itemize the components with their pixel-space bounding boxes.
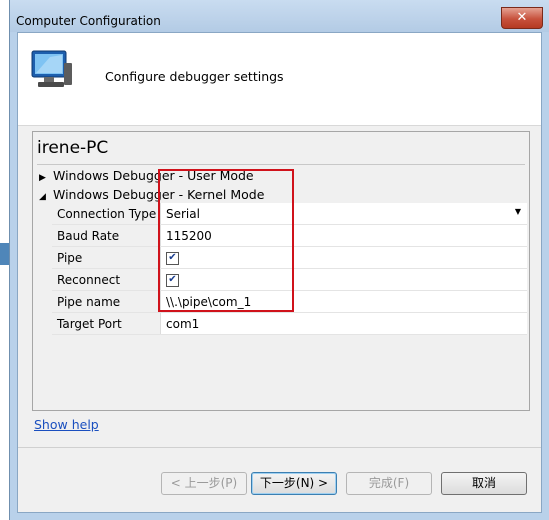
dropdown-arrow-icon[interactable]: ▼ — [515, 207, 521, 216]
close-icon: ✕ — [516, 10, 528, 25]
property-name: Connection Type — [52, 203, 161, 225]
close-button[interactable]: ✕ — [501, 7, 543, 29]
back-button[interactable]: < 上一步(P) — [161, 472, 247, 495]
property-name: Pipe — [52, 246, 161, 269]
window-title: Computer Configuration — [16, 14, 161, 28]
target-port-field[interactable]: com1 — [160, 312, 527, 335]
divider — [37, 164, 525, 165]
cancel-button[interactable]: 取消 — [441, 472, 527, 495]
desktop-taskbar-strip — [0, 243, 9, 265]
property-name: Reconnect — [52, 268, 161, 291]
page-heading: Configure debugger settings — [105, 69, 284, 84]
computer-name: irene-PC — [37, 138, 109, 158]
expand-arrow-icon[interactable]: ▶ — [39, 173, 53, 183]
property-name: Pipe name — [52, 290, 161, 313]
next-button[interactable]: 下一步(N) > — [251, 472, 337, 495]
collapse-arrow-icon[interactable]: ◢ — [39, 192, 53, 202]
title-bar: Computer Configuration ✕ — [10, 0, 549, 32]
property-name: Target Port — [52, 312, 161, 335]
property-row-target-port[interactable]: Target Port com1 — [52, 312, 527, 335]
show-help-link[interactable]: Show help — [34, 417, 99, 432]
footer-divider — [18, 447, 541, 448]
property-name: Baud Rate — [52, 224, 161, 247]
finish-button[interactable]: 完成(F) — [346, 472, 432, 495]
computer-monitor-icon — [31, 50, 72, 87]
computer-configuration-dialog: Computer Configuration ✕ Configure debug… — [9, 0, 549, 520]
wizard-header: Configure debugger settings — [18, 33, 541, 126]
highlight-annotation-box — [158, 169, 294, 312]
